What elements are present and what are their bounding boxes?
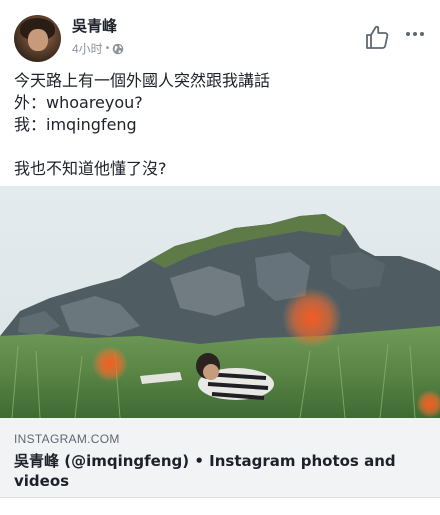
- post-meta: 4小时 •: [72, 40, 124, 57]
- link-title[interactable]: 吳青峰 (@imqingfeng) • Instagram photos and…: [14, 451, 424, 491]
- thumbs-up-icon[interactable]: [362, 22, 392, 52]
- post-time[interactable]: 4小时: [72, 40, 103, 57]
- link-preview-footer[interactable]: INSTAGRAM.COM 吳青峰 (@imqingfeng) • Instag…: [0, 418, 440, 498]
- separator-dot: •: [105, 43, 110, 54]
- post-text-line: 今天路上有一個外國人突然跟我講話: [14, 71, 271, 90]
- avatar[interactable]: [14, 15, 61, 62]
- link-preview-image[interactable]: [0, 186, 440, 418]
- post-message: 今天路上有一個外國人突然跟我講話 外：whoareyou? 我：imqingfe…: [14, 70, 424, 180]
- link-domain: INSTAGRAM.COM: [14, 432, 120, 446]
- post-text-line: 我也不知道他懂了沒?: [14, 159, 167, 178]
- link-preview-card[interactable]: INSTAGRAM.COM 吳青峰 (@imqingfeng) • Instag…: [0, 186, 440, 498]
- author-name[interactable]: 吳青峰: [72, 15, 117, 36]
- more-horizontal-icon[interactable]: [402, 24, 428, 44]
- facebook-post: 吳青峰 4小时 • 今天路上有一個外國人突然跟我講話 外：whoareyou? …: [0, 0, 440, 515]
- post-text-line: 我：imqingfeng: [14, 115, 137, 134]
- post-text-line: 外：whoareyou?: [14, 93, 143, 112]
- globe-icon[interactable]: [112, 43, 124, 55]
